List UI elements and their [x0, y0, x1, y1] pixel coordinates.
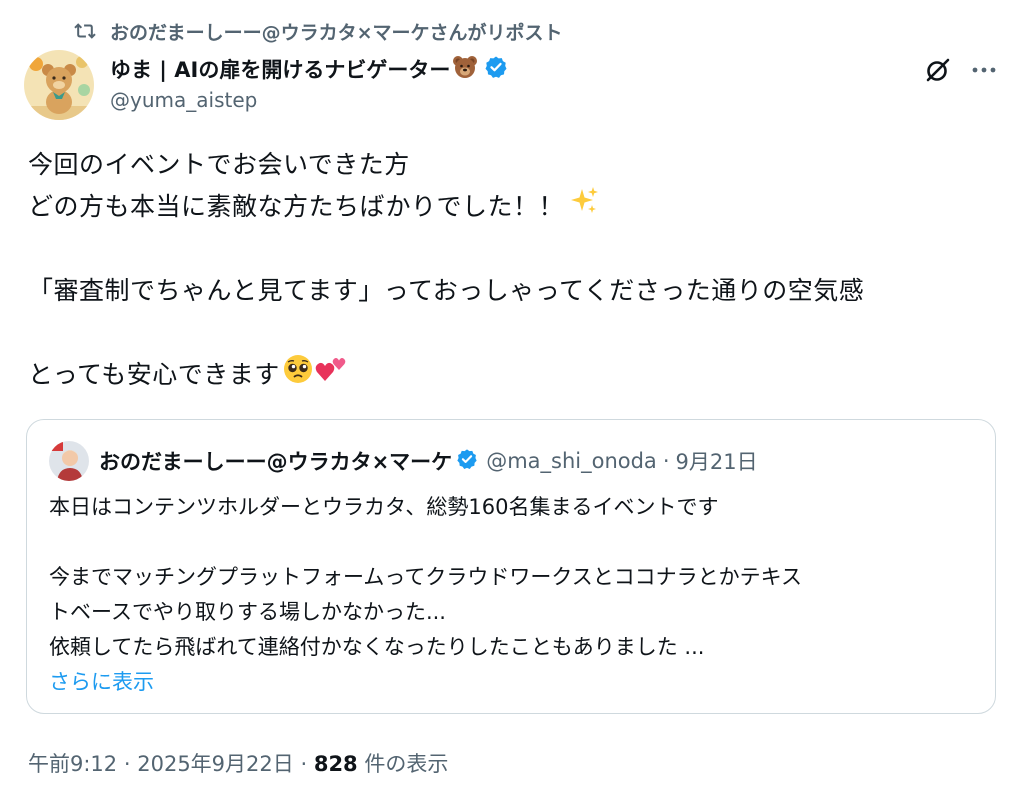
author-name-row[interactable]: ゆま | AIの扉を開けるナビゲーター — [110, 52, 508, 86]
bear-face-icon — [452, 54, 478, 85]
tweet-line: 今回のイベントでお会いできた方 — [28, 150, 410, 179]
pleading-face-icon — [282, 353, 314, 398]
repost-indicator[interactable]: おのだまーしーー@ウラカタ×マーケさんがリポスト — [74, 16, 563, 46]
tweet-line: とっても安心できます — [28, 360, 280, 389]
separator-dot: · — [300, 752, 308, 776]
quote-date[interactable]: 9月21日 — [676, 446, 758, 476]
tweet-line-with-emoji: どの方も本当に素敵な方たちばかりでした！！ — [28, 186, 998, 228]
quote-author-handle: @ma_shi_onoda — [486, 449, 657, 473]
quote-line: 依頼してたら飛ばれて連絡付かなくなったりしたこともありました ... — [49, 635, 705, 659]
tweet-meta: 午前9:12 · 2025年9月22日 · 828 件の表示 — [28, 748, 448, 778]
verified-badge-icon[interactable] — [484, 55, 508, 84]
quote-author-name: おのだまーしーー@ウラカタ×マーケ — [99, 450, 453, 474]
verified-badge-icon[interactable] — [456, 448, 478, 475]
author-name: ゆま | AIの扉を開けるナビゲーター — [110, 58, 451, 82]
quote-text: 本日はコンテンツホルダーとウラカタ、総勢160名集まるイベントです 今までマッチ… — [49, 490, 979, 700]
quote-line: 今までマッチングプラットフォームってクラウドワークスとココナラとかテキス — [49, 565, 803, 589]
tweet-line: 「審査制でちゃんと見てます」っておっしゃってくださった通りの空気感 — [28, 276, 865, 305]
grok-icon[interactable] — [924, 56, 952, 88]
post-time[interactable]: 午前9:12 — [28, 752, 117, 776]
repost-icon — [74, 23, 96, 39]
post-date[interactable]: 2025年9月22日 — [137, 752, 294, 776]
separator-dot: · — [662, 449, 670, 473]
two-hearts-icon — [314, 353, 348, 398]
quoted-tweet-card[interactable]: おのだまーしーー@ウラカタ×マーケ @ma_shi_onoda · 9月21日 … — [26, 419, 996, 714]
tweet-text: 今回のイベントでお会いできた方 どの方も本当に素敵な方たちばかりでした！！ 「審… — [28, 144, 998, 396]
tweet-line-with-emoji: とっても安心できます — [28, 354, 998, 396]
views-label: 件の表示 — [364, 752, 449, 776]
quote-line: 本日はコンテンツホルダーとウラカタ、総勢160名集まるイベントです — [49, 495, 719, 519]
tweet-line: どの方も本当に素敵な方たちばかりでした！！ — [28, 192, 565, 221]
quote-header[interactable]: おのだまーしーー@ウラカタ×マーケ @ma_shi_onoda · 9月21日 — [99, 444, 758, 478]
quote-line: トベースでやり取りする場しかなかった... — [49, 600, 446, 624]
separator-dot: · — [123, 752, 131, 776]
author-avatar[interactable] — [24, 50, 94, 120]
author-handle[interactable]: @yuma_aistep — [110, 88, 257, 112]
more-options-icon[interactable] — [970, 58, 998, 86]
views-count: 828 — [313, 752, 358, 776]
quote-author-avatar[interactable] — [49, 441, 89, 481]
show-more-link[interactable]: さらに表示 — [49, 665, 979, 700]
repost-text: おのだまーしーー@ウラカタ×マーケさんがリポスト — [110, 21, 563, 44]
sparkles-icon — [568, 185, 600, 230]
